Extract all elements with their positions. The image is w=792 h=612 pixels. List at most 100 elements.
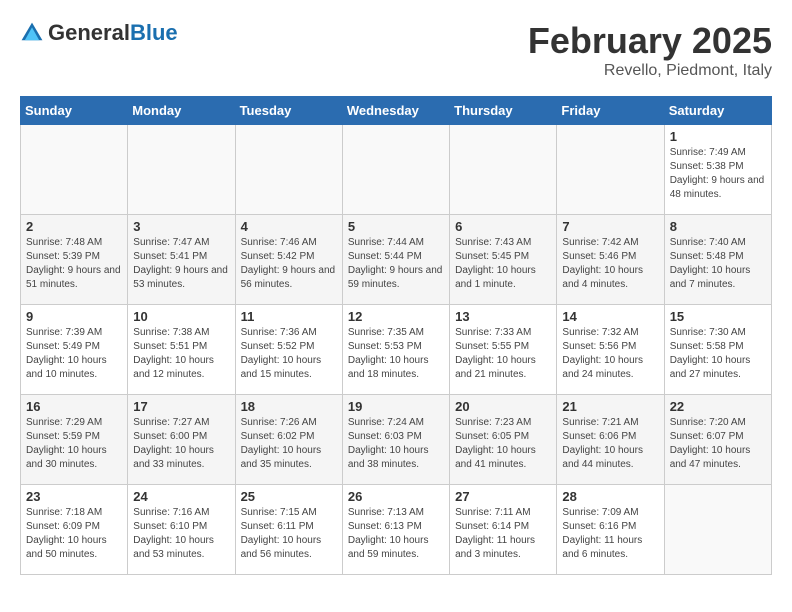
day-info: Sunrise: 7:49 AM Sunset: 5:38 PM Dayligh… bbox=[670, 146, 766, 202]
day-number: 23 bbox=[26, 489, 122, 504]
calendar-cell: 2Sunrise: 7:48 AM Sunset: 5:39 PM Daylig… bbox=[21, 215, 128, 305]
calendar-cell: 25 Sunrise: 7:15 AM Sunset: 6:11 PM Dayli… bbox=[235, 485, 342, 575]
day-info: Sunrise: 7:15 AM Sunset: 6:11 PM Dayligh… bbox=[241, 506, 337, 562]
day-number: 21 bbox=[562, 399, 658, 414]
day-info: Sunrise: 7:46 AM Sunset: 5:42 PM Dayligh… bbox=[241, 236, 337, 292]
day-info: Sunrise: 7:21 AM Sunset: 6:06 PM Dayligh… bbox=[562, 416, 658, 472]
calendar-cell: 15 Sunrise: 7:30 AM Sunset: 5:58 PM Dayli… bbox=[664, 305, 771, 395]
day-number: 25 bbox=[241, 489, 337, 504]
calendar-cell: 6 Sunrise: 7:43 AM Sunset: 5:45 PM Daylig… bbox=[450, 215, 557, 305]
day-number: 18 bbox=[241, 399, 337, 414]
logo-icon bbox=[20, 21, 44, 45]
day-info: Sunrise: 7:13 AM Sunset: 6:13 PM Dayligh… bbox=[348, 506, 444, 562]
day-info: Sunrise: 7:18 AM Sunset: 6:09 PM Dayligh… bbox=[26, 506, 122, 562]
day-info: Sunrise: 7:40 AM Sunset: 5:48 PM Dayligh… bbox=[670, 236, 766, 292]
calendar-title-area: February 2025 Revello, Piedmont, Italy bbox=[528, 20, 772, 80]
day-info: Sunrise: 7:27 AM Sunset: 6:00 PM Dayligh… bbox=[133, 416, 229, 472]
calendar-cell: 24Sunrise: 7:16 AM Sunset: 6:10 PM Dayli… bbox=[128, 485, 235, 575]
calendar-cell bbox=[664, 485, 771, 575]
calendar-cell: 3 Sunrise: 7:47 AM Sunset: 5:41 PM Daylig… bbox=[128, 215, 235, 305]
calendar-cell: 9Sunrise: 7:39 AM Sunset: 5:49 PM Daylig… bbox=[21, 305, 128, 395]
weekday-header-sunday: Sunday bbox=[21, 97, 128, 125]
weekday-header-wednesday: Wednesday bbox=[342, 97, 449, 125]
calendar-week-row: 23 Sunrise: 7:18 AM Sunset: 6:09 PM Dayli… bbox=[21, 485, 772, 575]
calendar-week-row: 9Sunrise: 7:39 AM Sunset: 5:49 PM Daylig… bbox=[21, 305, 772, 395]
calendar-cell bbox=[235, 125, 342, 215]
day-number: 3 bbox=[133, 219, 229, 234]
day-info: Sunrise: 7:33 AM Sunset: 5:55 PM Dayligh… bbox=[455, 326, 551, 382]
weekday-header-thursday: Thursday bbox=[450, 97, 557, 125]
calendar-week-row: 2Sunrise: 7:48 AM Sunset: 5:39 PM Daylig… bbox=[21, 215, 772, 305]
day-number: 5 bbox=[348, 219, 444, 234]
calendar-title: February 2025 bbox=[528, 20, 772, 62]
calendar-cell: 7Sunrise: 7:42 AM Sunset: 5:46 PM Daylig… bbox=[557, 215, 664, 305]
calendar-cell bbox=[450, 125, 557, 215]
day-number: 26 bbox=[348, 489, 444, 504]
calendar-cell bbox=[342, 125, 449, 215]
calendar-cell bbox=[557, 125, 664, 215]
day-number: 15 bbox=[670, 309, 766, 324]
day-info: Sunrise: 7:11 AM Sunset: 6:14 PM Dayligh… bbox=[455, 506, 551, 562]
day-number: 16 bbox=[26, 399, 122, 414]
day-info: Sunrise: 7:09 AM Sunset: 6:16 PM Dayligh… bbox=[562, 506, 658, 562]
day-number: 7 bbox=[562, 219, 658, 234]
day-number: 11 bbox=[241, 309, 337, 324]
weekday-header-tuesday: Tuesday bbox=[235, 97, 342, 125]
calendar-cell: 10 Sunrise: 7:38 AM Sunset: 5:51 PM Dayli… bbox=[128, 305, 235, 395]
day-number: 4 bbox=[241, 219, 337, 234]
day-number: 20 bbox=[455, 399, 551, 414]
calendar-subtitle: Revello, Piedmont, Italy bbox=[528, 62, 772, 80]
day-info: Sunrise: 7:23 AM Sunset: 6:05 PM Dayligh… bbox=[455, 416, 551, 472]
day-number: 6 bbox=[455, 219, 551, 234]
day-number: 22 bbox=[670, 399, 766, 414]
day-info: Sunrise: 7:43 AM Sunset: 5:45 PM Dayligh… bbox=[455, 236, 551, 292]
calendar-cell: 28 Sunrise: 7:09 AM Sunset: 6:16 PM Dayli… bbox=[557, 485, 664, 575]
day-info: Sunrise: 7:29 AM Sunset: 5:59 PM Dayligh… bbox=[26, 416, 122, 472]
day-number: 17 bbox=[133, 399, 229, 414]
day-number: 27 bbox=[455, 489, 551, 504]
calendar-cell: 26 Sunrise: 7:13 AM Sunset: 6:13 PM Dayli… bbox=[342, 485, 449, 575]
day-number: 10 bbox=[133, 309, 229, 324]
calendar-cell: 1 Sunrise: 7:49 AM Sunset: 5:38 PM Daylig… bbox=[664, 125, 771, 215]
calendar-cell: 22 Sunrise: 7:20 AM Sunset: 6:07 PM Dayli… bbox=[664, 395, 771, 485]
calendar-cell: 19 Sunrise: 7:24 AM Sunset: 6:03 PM Dayli… bbox=[342, 395, 449, 485]
calendar-cell: 27 Sunrise: 7:11 AM Sunset: 6:14 PM Dayli… bbox=[450, 485, 557, 575]
calendar-cell: 12 Sunrise: 7:35 AM Sunset: 5:53 PM Dayli… bbox=[342, 305, 449, 395]
calendar-cell: 11 Sunrise: 7:36 AM Sunset: 5:52 PM Dayli… bbox=[235, 305, 342, 395]
day-info: Sunrise: 7:36 AM Sunset: 5:52 PM Dayligh… bbox=[241, 326, 337, 382]
day-info: Sunrise: 7:32 AM Sunset: 5:56 PM Dayligh… bbox=[562, 326, 658, 382]
day-info: Sunrise: 7:24 AM Sunset: 6:03 PM Dayligh… bbox=[348, 416, 444, 472]
day-number: 28 bbox=[562, 489, 658, 504]
calendar-cell: 14 Sunrise: 7:32 AM Sunset: 5:56 PM Dayli… bbox=[557, 305, 664, 395]
calendar-cell: 4 Sunrise: 7:46 AM Sunset: 5:42 PM Daylig… bbox=[235, 215, 342, 305]
logo-text: GeneralBlue bbox=[48, 20, 178, 46]
day-number: 19 bbox=[348, 399, 444, 414]
page-header: GeneralBlue February 2025 Revello, Piedm… bbox=[20, 20, 772, 80]
day-number: 1 bbox=[670, 129, 766, 144]
day-info: Sunrise: 7:26 AM Sunset: 6:02 PM Dayligh… bbox=[241, 416, 337, 472]
calendar-cell: 17 Sunrise: 7:27 AM Sunset: 6:00 PM Dayli… bbox=[128, 395, 235, 485]
calendar-cell: 13 Sunrise: 7:33 AM Sunset: 5:55 PM Dayli… bbox=[450, 305, 557, 395]
weekday-header-friday: Friday bbox=[557, 97, 664, 125]
day-info: Sunrise: 7:30 AM Sunset: 5:58 PM Dayligh… bbox=[670, 326, 766, 382]
day-number: 2 bbox=[26, 219, 122, 234]
day-number: 13 bbox=[455, 309, 551, 324]
calendar-cell: 23 Sunrise: 7:18 AM Sunset: 6:09 PM Dayli… bbox=[21, 485, 128, 575]
calendar-cell: 18 Sunrise: 7:26 AM Sunset: 6:02 PM Dayli… bbox=[235, 395, 342, 485]
day-number: 14 bbox=[562, 309, 658, 324]
calendar-cell: 20 Sunrise: 7:23 AM Sunset: 6:05 PM Dayli… bbox=[450, 395, 557, 485]
day-info: Sunrise: 7:38 AM Sunset: 5:51 PM Dayligh… bbox=[133, 326, 229, 382]
day-number: 12 bbox=[348, 309, 444, 324]
calendar-table: SundayMondayTuesdayWednesdayThursdayFrid… bbox=[20, 96, 772, 575]
calendar-cell: 5Sunrise: 7:44 AM Sunset: 5:44 PM Daylig… bbox=[342, 215, 449, 305]
day-info: Sunrise: 7:35 AM Sunset: 5:53 PM Dayligh… bbox=[348, 326, 444, 382]
calendar-cell: 21 Sunrise: 7:21 AM Sunset: 6:06 PM Dayli… bbox=[557, 395, 664, 485]
calendar-cell bbox=[128, 125, 235, 215]
weekday-header-row: SundayMondayTuesdayWednesdayThursdayFrid… bbox=[21, 97, 772, 125]
day-info: Sunrise: 7:39 AM Sunset: 5:49 PM Dayligh… bbox=[26, 326, 122, 382]
day-number: 8 bbox=[670, 219, 766, 234]
calendar-cell bbox=[21, 125, 128, 215]
calendar-week-row: 16 Sunrise: 7:29 AM Sunset: 5:59 PM Dayli… bbox=[21, 395, 772, 485]
day-info: Sunrise: 7:47 AM Sunset: 5:41 PM Dayligh… bbox=[133, 236, 229, 292]
day-info: Sunrise: 7:20 AM Sunset: 6:07 PM Dayligh… bbox=[670, 416, 766, 472]
